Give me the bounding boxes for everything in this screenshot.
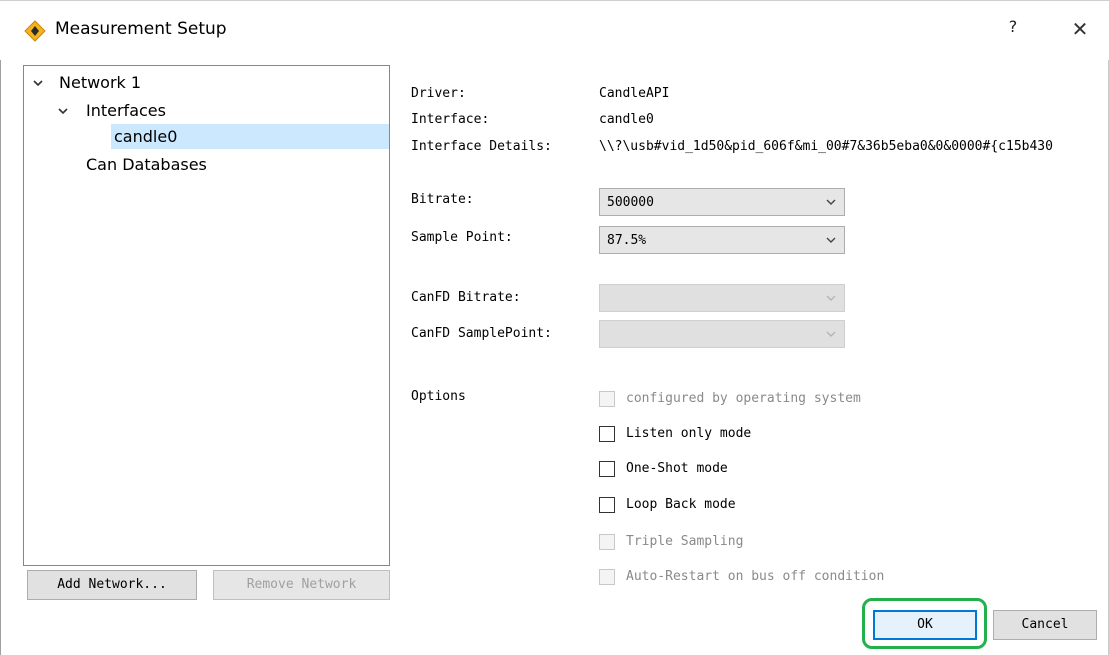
tree-item-can-databases[interactable]: Can Databases bbox=[86, 152, 376, 177]
checkbox-box[interactable] bbox=[599, 497, 615, 513]
checkbox-box[interactable] bbox=[599, 426, 615, 442]
canfd-samplepoint-label: CanFD SamplePoint: bbox=[411, 326, 552, 341]
checkbox-label: Listen only mode bbox=[626, 426, 752, 441]
tree-item-interfaces[interactable]: Interfaces bbox=[57, 98, 377, 123]
interface-label: Interface: bbox=[411, 112, 490, 127]
checkbox-box[interactable] bbox=[599, 534, 615, 550]
driver-label: Driver: bbox=[411, 86, 466, 101]
checkbox-label: Loop Back mode bbox=[626, 497, 736, 512]
checkbox-label: Auto-Restart on bus off condition bbox=[626, 569, 885, 584]
checkbox-box[interactable] bbox=[599, 569, 615, 585]
tree-item-label: Network 1 bbox=[59, 73, 142, 92]
tree-item-network[interactable]: Network 1 bbox=[32, 70, 382, 95]
auto-restart-checkbox[interactable]: Auto-Restart on bus off condition bbox=[599, 567, 919, 589]
help-button[interactable]: ? bbox=[1003, 17, 1023, 41]
tree-item-label: Can Databases bbox=[86, 155, 207, 174]
interface-details-label: Interface Details: bbox=[411, 139, 552, 154]
window-title: Measurement Setup bbox=[55, 19, 227, 39]
bitrate-value: 500000 bbox=[607, 195, 654, 210]
tree-item-label: Interfaces bbox=[86, 101, 166, 120]
canfd-bitrate-label: CanFD Bitrate: bbox=[411, 290, 521, 305]
checkbox-box[interactable] bbox=[599, 461, 615, 477]
chevron-down-icon[interactable] bbox=[57, 105, 69, 117]
app-diamond-icon bbox=[24, 20, 46, 42]
chevron-down-icon bbox=[826, 295, 836, 301]
window-left-border bbox=[0, 60, 1, 655]
chevron-down-icon bbox=[826, 237, 836, 243]
bitrate-select[interactable]: 500000 bbox=[599, 188, 845, 216]
configured-by-os-checkbox[interactable]: configured by operating system bbox=[599, 389, 899, 411]
title-bar: Measurement Setup ? ✕ bbox=[0, 0, 1109, 60]
triple-sampling-checkbox[interactable]: Triple Sampling bbox=[599, 532, 799, 554]
remove-network-button[interactable]: Remove Network bbox=[213, 570, 390, 600]
canfd-samplepoint-select[interactable] bbox=[599, 320, 845, 348]
bitrate-label: Bitrate: bbox=[411, 192, 474, 207]
canfd-bitrate-select[interactable] bbox=[599, 284, 845, 312]
interface-value: candle0 bbox=[599, 112, 654, 127]
tree-item-label: candle0 bbox=[114, 127, 178, 146]
interface-details-value: \\?\usb#vid_1d50&pid_606f&mi_00#7&36b5eb… bbox=[599, 139, 1053, 154]
listen-only-checkbox[interactable]: Listen only mode bbox=[599, 424, 799, 446]
checkbox-label: configured by operating system bbox=[626, 391, 861, 406]
chevron-down-icon bbox=[826, 331, 836, 337]
tree-item-candle0[interactable]: candle0 bbox=[111, 124, 389, 149]
ok-button[interactable]: OK bbox=[873, 610, 977, 640]
checkbox-label: Triple Sampling bbox=[626, 534, 744, 549]
one-shot-checkbox[interactable]: One-Shot mode bbox=[599, 459, 799, 481]
loop-back-checkbox[interactable]: Loop Back mode bbox=[599, 495, 799, 517]
measurement-setup-dialog: Measurement Setup ? ✕ Network 1 Interfac… bbox=[0, 0, 1109, 655]
chevron-down-icon bbox=[826, 199, 836, 205]
close-icon[interactable]: ✕ bbox=[1067, 16, 1093, 42]
checkbox-box[interactable] bbox=[599, 391, 615, 407]
chevron-down-icon[interactable] bbox=[32, 77, 44, 89]
sample-point-select[interactable]: 87.5% bbox=[599, 226, 845, 254]
driver-value: CandleAPI bbox=[599, 86, 670, 101]
top-border bbox=[0, 0, 1109, 1]
sample-point-value: 87.5% bbox=[607, 233, 647, 248]
checkbox-label: One-Shot mode bbox=[626, 461, 728, 476]
sample-point-label: Sample Point: bbox=[411, 230, 513, 245]
options-label: Options bbox=[411, 389, 466, 404]
add-network-button[interactable]: Add Network... bbox=[27, 570, 197, 600]
network-tree[interactable]: Network 1 Interfaces candle0 Can Databas… bbox=[23, 65, 390, 566]
cancel-button[interactable]: Cancel bbox=[993, 610, 1097, 640]
